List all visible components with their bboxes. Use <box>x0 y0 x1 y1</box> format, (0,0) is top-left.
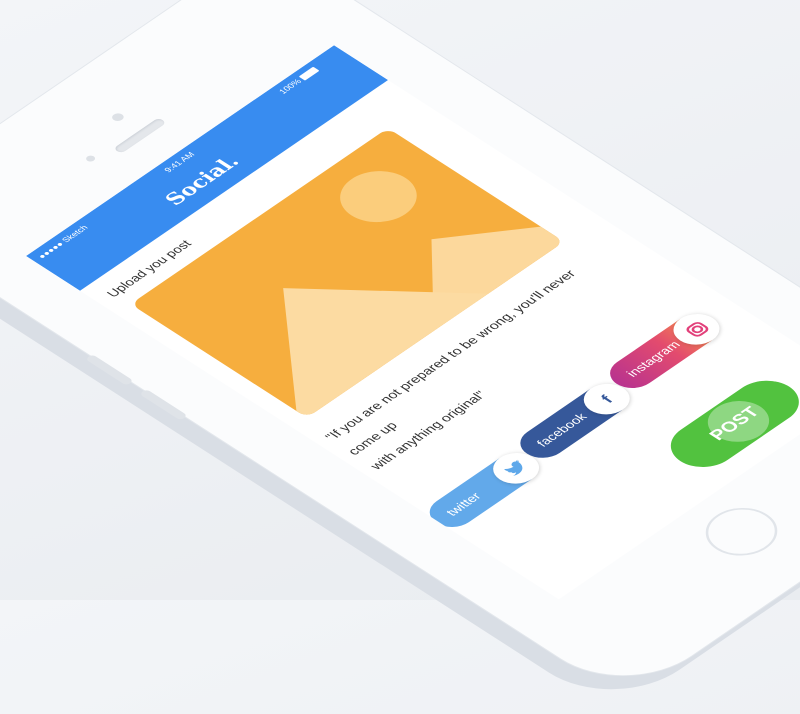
sun-shape <box>340 171 417 223</box>
phone: ●●●●● Sketch 9:41 AM 100% Social. Upload… <box>0 0 800 701</box>
share-instagram-button[interactable]: instagram <box>600 307 729 395</box>
facebook-label: facebook <box>533 410 591 450</box>
share-twitter-button[interactable]: twitter <box>420 446 549 534</box>
instagram-label: instagram <box>623 338 684 380</box>
battery-percent: 100% <box>276 77 304 96</box>
share-facebook-button[interactable]: facebook f <box>510 377 640 465</box>
battery-icon <box>299 66 320 81</box>
twitter-label: twitter <box>442 490 485 519</box>
